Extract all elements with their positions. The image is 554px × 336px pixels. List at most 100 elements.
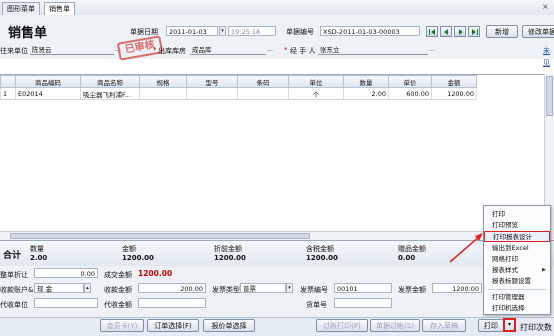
total-amount-value: 1200.00 — [122, 254, 154, 262]
cell-qty[interactable]: 2.00 — [343, 87, 389, 100]
print-button[interactable]: 打印 — [478, 319, 504, 332]
save-draft-button[interactable]: 存入草稿 — [422, 319, 466, 332]
menu-item-print-preview[interactable]: 打印预览 — [484, 220, 550, 231]
annotation-arrow-icon — [449, 233, 483, 263]
modify-button[interactable]: 修改单据 — [522, 25, 554, 38]
invoice-amount-input[interactable]: 1200.00 — [432, 283, 482, 293]
column-header[interactable]: 规格 — [139, 75, 187, 88]
cell-model[interactable] — [186, 87, 238, 100]
partner-input[interactable]: 陈贤云 — [30, 45, 114, 55]
first-record-button[interactable] — [426, 26, 438, 37]
date-picker-icon[interactable]: ▾ — [219, 26, 226, 36]
total-gift-value: 0.00 — [398, 254, 416, 262]
handler-label: 经 手 人 — [290, 47, 316, 55]
submenu-arrow-icon: ▶ — [542, 267, 546, 273]
cell-price[interactable]: 600.00 — [388, 87, 432, 100]
agent-unit-label: 代收单位 — [0, 301, 28, 309]
print-dropdown-arrow-icon[interactable]: ▾ — [503, 318, 516, 332]
cell-unit[interactable]: 个 — [288, 87, 344, 100]
agent-unit-input[interactable] — [34, 298, 98, 308]
agent-amount-input[interactable] — [138, 298, 206, 308]
column-header[interactable]: 条码 — [237, 75, 289, 88]
member-card-button[interactable]: 会员卡(Y) — [100, 319, 144, 332]
cell-amount[interactable]: 1200.00 — [431, 87, 477, 100]
print-menu: 打印 打印预览 打印报表设计 输出到Excel 网格打印 报表样式 ▶ 报表标题… — [483, 205, 551, 315]
menu-item-report-style[interactable]: 报表样式 — [484, 265, 550, 276]
bill-no-label: 货单号 — [306, 301, 327, 309]
order-select-button[interactable]: 订单选择(F) — [147, 319, 199, 332]
prev-record-button[interactable] — [440, 26, 452, 37]
whole-discount-label: 整单折让 — [0, 271, 28, 279]
total-disc-label: 折前金额 — [214, 245, 242, 253]
agent-amount-label: 代收金额 — [104, 301, 132, 309]
scroll-thumb[interactable] — [546, 76, 553, 116]
post-print-button[interactable]: 过帐打印(P) — [316, 319, 368, 332]
menu-item-printer-select[interactable]: 打印机选择 — [484, 303, 550, 314]
required-mark: * — [284, 46, 288, 54]
docno-label: 单据编号 — [286, 28, 314, 36]
account-input[interactable]: 现 金 — [34, 283, 84, 293]
table-row[interactable]: 1 E02014 吸尘器飞利浦F... 个 2.00 600.00 1200.0… — [0, 87, 477, 100]
cell-barcode[interactable] — [237, 87, 289, 100]
docno-input[interactable]: XSD-2011-01-03-00003 — [320, 26, 420, 36]
side-link-1[interactable]: 未 — [543, 46, 550, 56]
date-input[interactable]: 2011-01-03 — [166, 26, 218, 36]
row-index-header — [0, 75, 16, 88]
invoice-type-select[interactable]: 普票 — [240, 283, 286, 293]
bill-no-input[interactable] — [334, 298, 392, 308]
partner-label: 往来单位 — [0, 47, 28, 55]
warehouse-input[interactable]: 成品库 — [190, 45, 266, 55]
required-mark: * — [153, 46, 157, 54]
handler-input[interactable]: 张东立 — [318, 45, 428, 55]
total-disc-value: 1200.00 — [214, 254, 246, 262]
invoice-no-label: 发票编号 — [300, 286, 328, 294]
invoice-type-dropdown-icon[interactable]: ▾ — [286, 283, 293, 293]
quote-select-button[interactable]: 报价单选择 — [203, 319, 255, 332]
menu-separator — [488, 289, 546, 290]
bottom-toolbar — [0, 317, 554, 336]
column-header[interactable]: 单位 — [288, 75, 344, 88]
row-index: 1 — [0, 87, 16, 100]
scroll-thumb[interactable] — [10, 233, 310, 239]
side-link-2[interactable]: 见 — [543, 58, 550, 68]
column-header[interactable]: 数量 — [343, 75, 389, 88]
invoice-type-label: 发票类型 — [212, 286, 240, 294]
post-document-button[interactable]: 单据过帐(S) — [370, 319, 420, 332]
close-tab-icon[interactable]: × — [542, 3, 550, 11]
total-tax-value: 1200.00 — [306, 254, 338, 262]
time-input[interactable]: 19:25:18 — [228, 26, 276, 36]
next-record-button[interactable] — [454, 26, 466, 37]
column-header[interactable]: 金额 — [431, 75, 477, 88]
total-gift-label: 赠品金额 — [398, 245, 426, 253]
tab-graphic-menu[interactable]: 图形菜单 — [2, 2, 40, 15]
total-qty-value: 2.00 — [30, 254, 48, 262]
column-header[interactable]: 单价 — [388, 75, 432, 88]
column-header[interactable]: 商品名称 — [80, 75, 140, 88]
receive-amount-input[interactable]: 200.00 — [138, 283, 206, 293]
deal-amount-label: 成交金额 — [104, 271, 132, 279]
new-button[interactable]: 新增 — [486, 25, 518, 38]
cell-name[interactable]: 吸尘器飞利浦F... — [80, 87, 140, 100]
tab-strip: 图形菜单 销售单 × — [0, 0, 554, 16]
menu-item-print-manager[interactable]: 打印管理器 — [484, 292, 550, 303]
invoice-no-input[interactable]: 00101 — [334, 283, 392, 293]
menu-item-grid-print[interactable]: 网格打印 — [484, 254, 550, 265]
cell-code[interactable]: E02014 — [15, 87, 81, 100]
warehouse-lookup-icon[interactable]: … — [267, 46, 275, 54]
account-dropdown-icon[interactable]: ▴ — [84, 283, 91, 293]
items-table: 商品编码 商品名称 规格 型号 条码 单位 数量 单价 金额 1 E02014 … — [0, 75, 477, 100]
menu-item-report-title-settings[interactable]: 报表标题设置 — [484, 276, 550, 287]
items-grid[interactable]: 商品编码 商品名称 规格 型号 条码 单位 数量 单价 金额 1 E02014 … — [0, 74, 544, 240]
cell-spec[interactable] — [139, 87, 187, 100]
menu-item-print[interactable]: 打印 — [484, 209, 550, 220]
menu-item-export-excel[interactable]: 输出到Excel — [484, 243, 550, 254]
menu-item-print-report-design[interactable]: 打印报表设计 — [484, 231, 550, 242]
tab-sales-order[interactable]: 销售单 — [44, 2, 75, 15]
handler-lookup-icon[interactable]: … — [429, 46, 437, 54]
column-header[interactable]: 型号 — [186, 75, 238, 88]
invoice-amount-label: 发票金额 — [398, 286, 426, 294]
column-header[interactable]: 商品编码 — [15, 75, 81, 88]
whole-discount-input[interactable]: 0.00 — [34, 268, 98, 278]
last-record-button[interactable] — [468, 26, 480, 37]
page-title: 销售单 — [8, 26, 48, 41]
